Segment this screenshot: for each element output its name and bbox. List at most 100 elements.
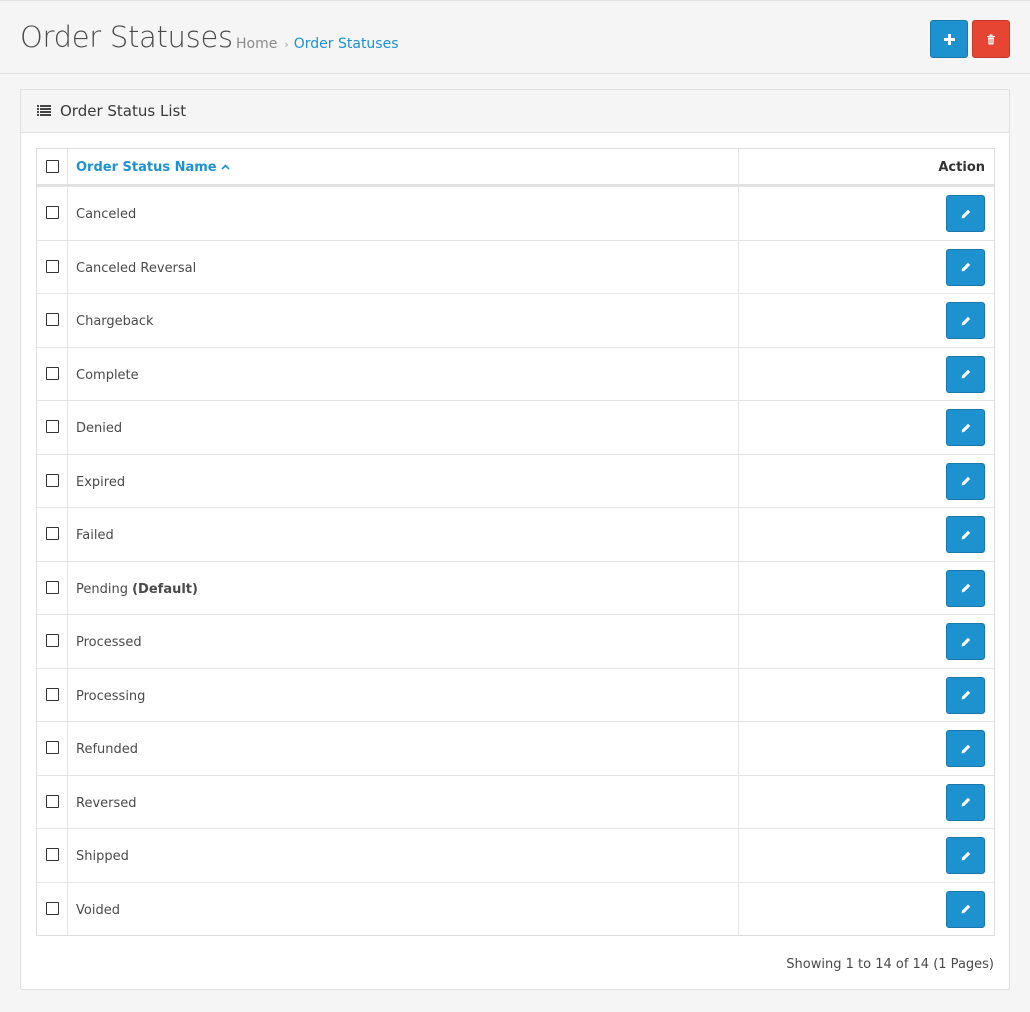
status-name-text: Expired: [76, 474, 126, 490]
row-checkbox[interactable]: [46, 580, 59, 594]
edit-button[interactable]: [946, 676, 985, 714]
delete-button[interactable]: [972, 20, 1010, 58]
sort-by-name-header[interactable]: Order Status Name: [76, 160, 230, 175]
edit-button[interactable]: [946, 409, 985, 446]
pencil-icon: [961, 583, 970, 593]
edit-button[interactable]: [946, 462, 985, 500]
status-name-text: Failed: [76, 528, 114, 543]
pencil-icon: [961, 423, 970, 432]
row-checkbox[interactable]: [46, 366, 59, 380]
order-status-name: Canceled Reversal: [76, 261, 196, 276]
table-row: Processed: [37, 614, 994, 668]
edit-button[interactable]: [946, 248, 985, 286]
row-checkbox[interactable]: [46, 794, 59, 808]
table-row: Shipped: [37, 828, 994, 882]
order-status-name: Chargeback: [76, 314, 154, 329]
pencil-icon: [961, 476, 970, 486]
order-status-table: Order Status Name Action Canceled Cancele…: [36, 148, 995, 936]
status-name-text: Canceled Reversal: [76, 260, 197, 276]
row-checkbox[interactable]: [46, 687, 59, 701]
order-status-name: Shipped: [76, 849, 129, 864]
table-row: Canceled: [37, 186, 994, 240]
pencil-icon: [961, 690, 970, 700]
status-name-text: Processing: [76, 688, 146, 704]
row-checkbox[interactable]: [46, 473, 59, 487]
pencil-icon: [961, 530, 970, 539]
edit-button[interactable]: [946, 195, 985, 232]
pencil-icon: [961, 904, 970, 914]
table-row: Reversed: [37, 774, 994, 828]
edit-button[interactable]: [946, 569, 985, 607]
row-checkbox[interactable]: [46, 259, 59, 273]
status-name-text: Denied: [76, 421, 123, 436]
table-row: Denied: [37, 400, 994, 454]
panel-heading: Order Status List: [21, 90, 1009, 133]
order-status-name: Complete: [76, 368, 139, 383]
row-checkbox[interactable]: [46, 848, 59, 861]
action-column-header: Action: [938, 160, 985, 175]
trash-icon: [987, 34, 995, 44]
chevron-up-icon: [221, 164, 230, 170]
order-status-name: Processing: [76, 689, 145, 704]
pencil-icon: [961, 209, 970, 218]
status-name-text: Reversed: [76, 795, 137, 811]
status-name-text: Shipped: [76, 849, 129, 864]
edit-button[interactable]: [946, 355, 985, 393]
table-row: Failed: [37, 507, 994, 561]
row-checkbox[interactable]: [46, 313, 59, 326]
status-name-text: Processed: [76, 635, 142, 650]
order-status-name: Refunded: [76, 742, 138, 757]
page-title: Order Statuses: [20, 20, 233, 54]
pencil-icon: [961, 797, 970, 807]
status-name-text: Refunded: [76, 742, 139, 757]
edit-button[interactable]: [946, 623, 985, 660]
pagination-summary: Showing 1 to 14 of 14 (1 Pages): [786, 957, 994, 972]
edit-button[interactable]: [946, 837, 985, 874]
breadcrumb-separator: ›: [284, 38, 289, 51]
panel-title: Order Status List: [60, 102, 187, 120]
edit-button[interactable]: [946, 783, 985, 821]
pencil-icon: [961, 637, 970, 646]
status-name-text: Canceled: [76, 207, 137, 222]
order-status-name: Expired: [76, 475, 125, 490]
pencil-icon: [961, 744, 970, 753]
edit-button[interactable]: [946, 890, 985, 928]
plus-icon: [943, 33, 955, 45]
table-row: Processing: [37, 667, 994, 721]
table-row: Voided: [37, 881, 994, 935]
row-checkbox[interactable]: [46, 527, 59, 540]
pencil-icon: [961, 316, 970, 325]
table-row: Expired: [37, 453, 994, 507]
add-new-button[interactable]: [930, 20, 968, 58]
pencil-icon: [961, 369, 970, 379]
table-row: Chargeback: [37, 293, 994, 347]
page-header: Order Statuses Home › Order Statuses: [0, 0, 1030, 74]
table-row: Pending (Default): [37, 560, 994, 614]
default-label: (Default): [132, 581, 198, 597]
row-checkbox[interactable]: [46, 741, 59, 754]
breadcrumb: Home › Order Statuses: [236, 36, 399, 52]
order-status-name: Voided: [76, 903, 120, 918]
breadcrumb-home-link[interactable]: Home: [236, 36, 277, 52]
order-status-name: Failed: [76, 528, 114, 543]
table-row: Complete: [37, 346, 994, 400]
list-icon: [37, 105, 51, 116]
row-checkbox[interactable]: [46, 206, 59, 219]
edit-button[interactable]: [946, 730, 985, 767]
table-row: Canceled Reversal: [37, 239, 994, 293]
order-status-name: Pending (Default): [76, 582, 198, 597]
order-status-name: Reversed: [76, 796, 137, 811]
pencil-icon: [961, 262, 970, 272]
edit-button[interactable]: [946, 516, 985, 553]
edit-button[interactable]: [946, 302, 985, 339]
breadcrumb-order-statuses-link[interactable]: Order Statuses: [294, 36, 399, 52]
row-checkbox[interactable]: [46, 420, 59, 433]
order-status-name: Canceled: [76, 207, 136, 222]
order-status-panel: Order Status List Order Status Name Acti…: [20, 89, 1010, 990]
pencil-icon: [961, 851, 970, 860]
row-checkbox[interactable]: [46, 901, 59, 915]
table-row: Refunded: [37, 721, 994, 775]
status-name-text: Pending: [76, 581, 128, 597]
select-all-checkbox[interactable]: [46, 160, 59, 173]
row-checkbox[interactable]: [46, 634, 59, 647]
